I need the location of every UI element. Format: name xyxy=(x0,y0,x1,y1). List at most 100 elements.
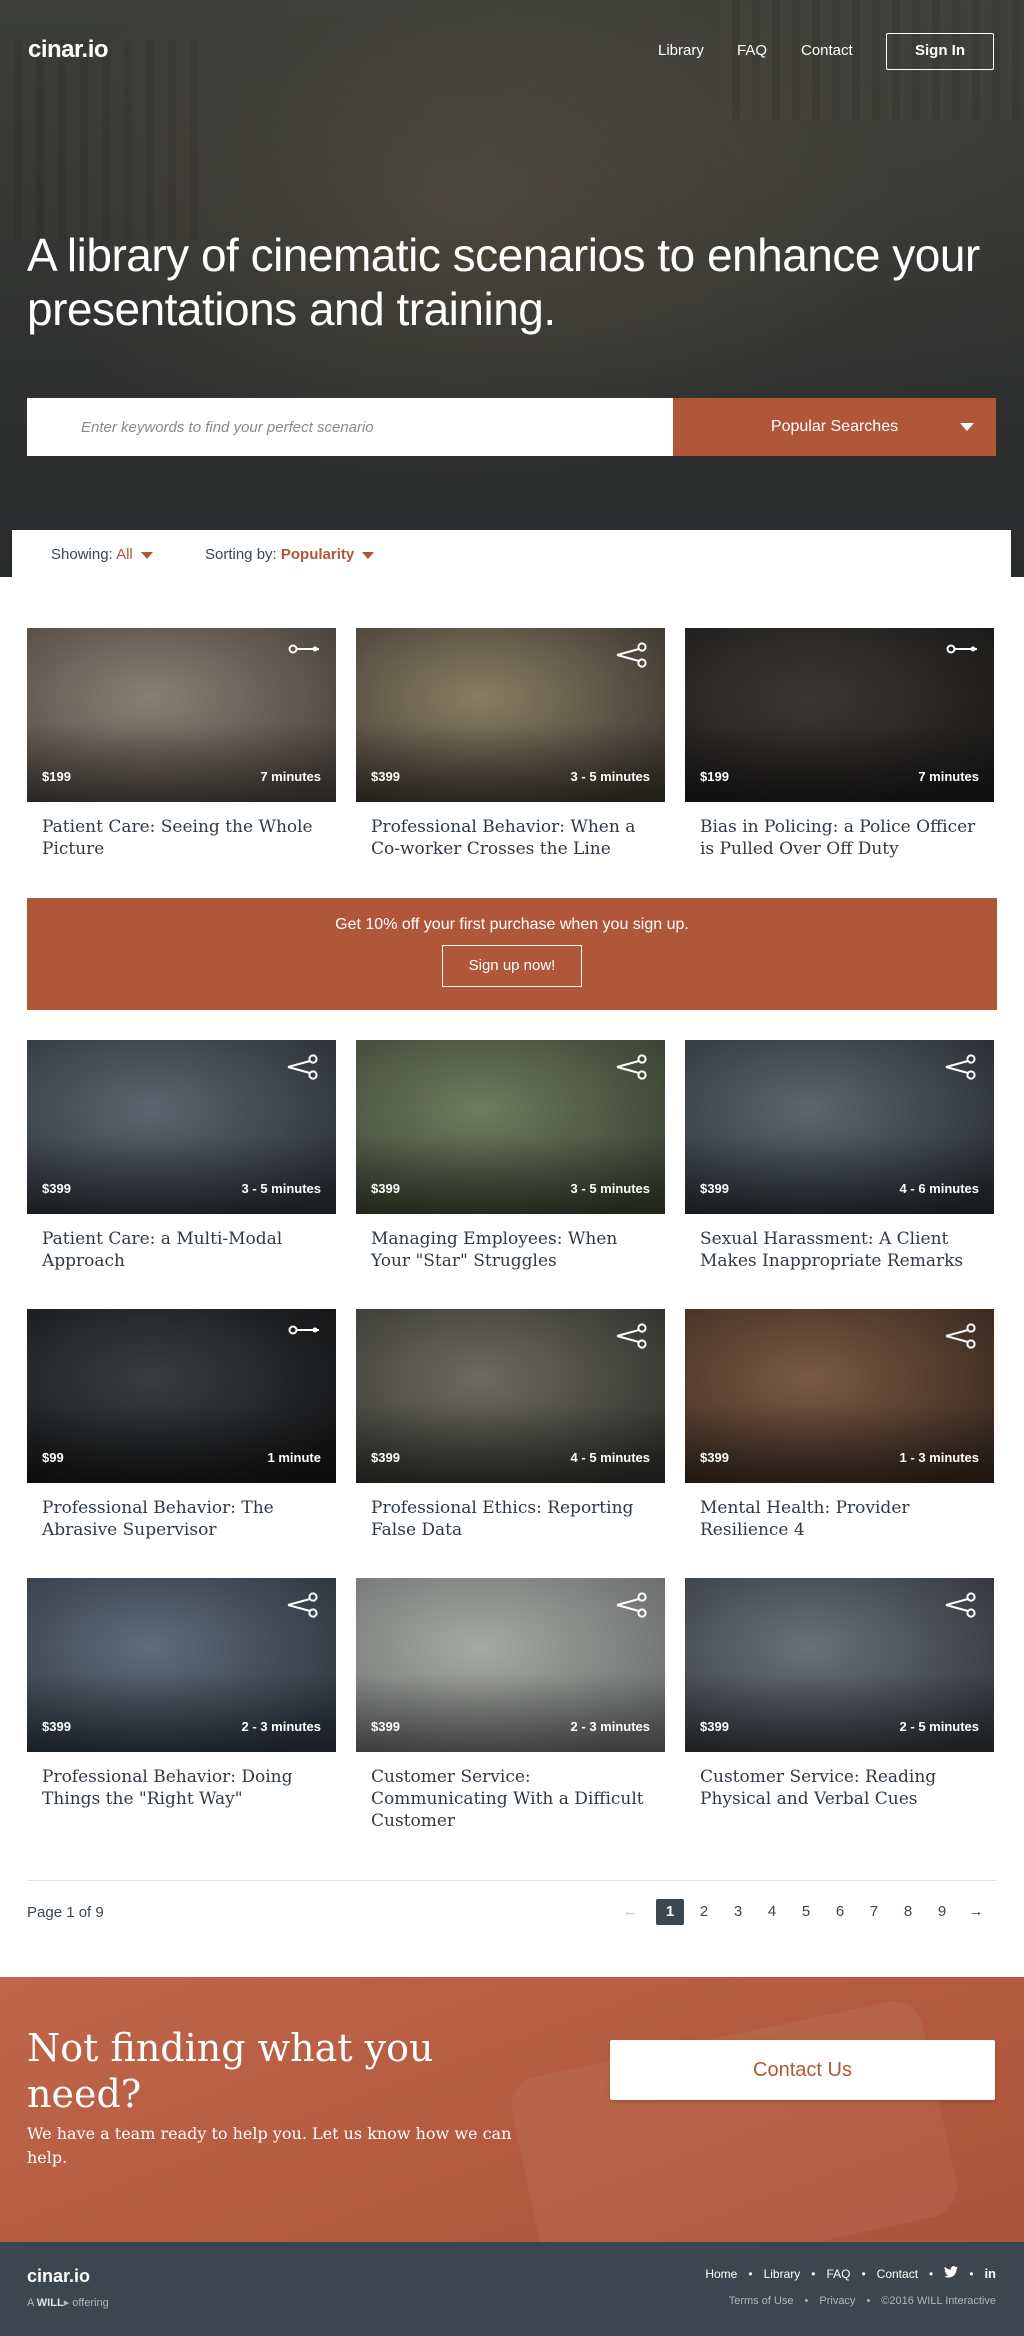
scenario-card[interactable]: $399 3 - 5 minutes Managing Employees: Whe… xyxy=(356,1040,665,1272)
scenario-thumbnail[interactable]: $399 2 - 5 minutes xyxy=(685,1578,994,1752)
scenario-thumbnail[interactable]: $399 4 - 6 minutes xyxy=(685,1040,994,1214)
scenario-card[interactable]: $199 7 minutes Bias in Policing: a Police … xyxy=(685,628,994,860)
terms-of-use-link[interactable]: Terms of Use xyxy=(729,2295,794,2307)
nav-contact-link[interactable]: Contact xyxy=(801,42,853,59)
sign-in-button[interactable]: Sign In xyxy=(886,33,994,70)
sorting-filter[interactable]: Sorting by: Popularity xyxy=(205,546,375,563)
scenario-card[interactable]: $99 1 minute Professional Behavior: The Ab… xyxy=(27,1309,336,1541)
popular-searches-dropdown[interactable]: Popular Searches xyxy=(673,398,996,456)
scenario-card[interactable]: $399 2 - 5 minutes Customer Service: Readi… xyxy=(685,1578,994,1810)
separator-dot: • xyxy=(748,2266,753,2281)
scenario-title[interactable]: Customer Service: Communicating With a D… xyxy=(356,1766,665,1832)
share-icon[interactable] xyxy=(615,1054,649,1085)
sorting-value: Popularity xyxy=(280,546,355,563)
popular-searches-label: Popular Searches xyxy=(770,418,899,435)
scenario-thumbnail[interactable]: $99 1 minute xyxy=(27,1309,336,1483)
share-icon[interactable] xyxy=(944,1592,978,1623)
share-icon[interactable] xyxy=(286,1592,320,1623)
privacy-link[interactable]: Privacy xyxy=(819,2295,855,2307)
search-input[interactable] xyxy=(27,398,673,456)
share-icon[interactable] xyxy=(615,1592,649,1623)
next-page-arrow[interactable]: → xyxy=(962,1899,990,1925)
scenario-title[interactable]: Mental Health: Provider Resilience 4 xyxy=(685,1497,994,1541)
page-5-link[interactable]: 5 xyxy=(792,1899,820,1925)
share-icon[interactable] xyxy=(286,1054,320,1085)
separator-dot: • xyxy=(866,2295,871,2307)
scenario-card[interactable]: $199 7 minutes Patient Care: Seeing the Wh… xyxy=(27,628,336,860)
scenario-thumbnail[interactable]: $399 2 - 3 minutes xyxy=(27,1578,336,1752)
page-8-link[interactable]: 8 xyxy=(894,1899,922,1925)
page-9-link[interactable]: 9 xyxy=(928,1899,956,1925)
scenario-thumbnail[interactable]: $399 3 - 5 minutes xyxy=(356,1040,665,1214)
showing-filter[interactable]: Showing: All xyxy=(51,546,153,563)
scenario-title[interactable]: Professional Ethics: Reporting False Dat… xyxy=(356,1497,665,1541)
scenario-card[interactable]: $399 1 - 3 minutes Mental Health: Provider… xyxy=(685,1309,994,1541)
play-icon: ▸ xyxy=(63,2297,70,2309)
caret-down-icon xyxy=(140,551,153,559)
footer-home-link[interactable]: Home xyxy=(705,2267,737,2281)
scenario-thumbnail[interactable]: $399 1 - 3 minutes xyxy=(685,1309,994,1483)
nav-faq-link[interactable]: FAQ xyxy=(737,42,767,59)
footer-logo[interactable]: cinar.io xyxy=(27,2266,90,2287)
scenario-thumbnail[interactable]: $399 2 - 3 minutes xyxy=(356,1578,665,1752)
share-icon[interactable] xyxy=(615,642,649,673)
page-4-link[interactable]: 4 xyxy=(758,1899,786,1925)
page-2-link[interactable]: 2 xyxy=(690,1899,718,1925)
scenario-card[interactable]: $399 4 - 5 minutes Professional Ethics: Re… xyxy=(356,1309,665,1541)
footer-contact-link[interactable]: Contact xyxy=(877,2267,918,2281)
page-3-link[interactable]: 3 xyxy=(724,1899,752,1925)
scenario-title[interactable]: Patient Care: Seeing the Whole Picture xyxy=(27,816,336,860)
signup-now-button[interactable]: Sign up now! xyxy=(442,945,582,987)
scenario-title[interactable]: Managing Employees: When Your "Star" Str… xyxy=(356,1228,665,1272)
trim-icon[interactable] xyxy=(288,1323,320,1341)
footer-library-link[interactable]: Library xyxy=(764,2267,801,2281)
scenario-title[interactable]: Bias in Policing: a Police Officer is Pu… xyxy=(685,816,994,860)
price-label: $199 xyxy=(700,769,729,784)
caret-down-icon xyxy=(960,423,974,431)
scenario-title[interactable]: Professional Behavior: The Abrasive Supe… xyxy=(27,1497,336,1541)
trim-icon[interactable] xyxy=(946,642,978,660)
scenario-title[interactable]: Customer Service: Reading Physical and V… xyxy=(685,1766,994,1810)
duration-label: 2 - 5 minutes xyxy=(899,1719,979,1734)
scenario-card[interactable]: $399 2 - 3 minutes Customer Service: Commu… xyxy=(356,1578,665,1832)
scenario-title[interactable]: Professional Behavior: When a Co-worker … xyxy=(356,816,665,860)
scenario-title[interactable]: Sexual Harassment: A Client Makes Inappr… xyxy=(685,1228,994,1272)
page-7-link[interactable]: 7 xyxy=(860,1899,888,1925)
scenario-thumbnail[interactable]: $399 3 - 5 minutes xyxy=(27,1040,336,1214)
linkedin-icon[interactable]: in xyxy=(984,2266,996,2281)
caret-down-icon xyxy=(362,551,375,559)
scenario-thumbnail[interactable]: $199 7 minutes xyxy=(685,628,994,802)
sorting-label: Sorting by: xyxy=(205,546,277,563)
share-icon[interactable] xyxy=(944,1323,978,1354)
price-label: $199 xyxy=(42,769,71,784)
scenario-thumbnail[interactable]: $399 4 - 5 minutes xyxy=(356,1309,665,1483)
price-label: $399 xyxy=(42,1719,71,1734)
footer-faq-link[interactable]: FAQ xyxy=(826,2267,850,2281)
offering-prefix: A xyxy=(27,2297,34,2309)
scenario-thumbnail[interactable]: $399 3 - 5 minutes xyxy=(356,628,665,802)
share-icon[interactable] xyxy=(615,1323,649,1354)
scenario-card[interactable]: $399 4 - 6 minutes Sexual Harassment: A Cl… xyxy=(685,1040,994,1272)
nav-library-link[interactable]: Library xyxy=(658,42,704,59)
scenario-title[interactable]: Patient Care: a Multi-Modal Approach xyxy=(27,1228,336,1272)
price-label: $399 xyxy=(371,1719,400,1734)
twitter-icon[interactable] xyxy=(944,2266,959,2281)
will-logo: WILL xyxy=(36,2297,64,2309)
duration-label: 3 - 5 minutes xyxy=(570,1181,650,1196)
page-1-link[interactable]: 1 xyxy=(656,1899,684,1925)
trim-icon[interactable] xyxy=(288,642,320,660)
price-label: $399 xyxy=(700,1719,729,1734)
scenario-card[interactable]: $399 3 - 5 minutes Professional Behavior: … xyxy=(356,628,665,860)
scenario-thumbnail[interactable]: $199 7 minutes xyxy=(27,628,336,802)
prev-page-arrow[interactable]: ← xyxy=(616,1899,644,1925)
duration-label: 1 minute xyxy=(267,1450,321,1465)
separator-dot: • xyxy=(929,2266,934,2281)
site-logo[interactable]: cinar.io xyxy=(28,36,109,64)
scenario-card[interactable]: $399 3 - 5 minutes Patient Care: a Multi-M… xyxy=(27,1040,336,1272)
contact-us-button[interactable]: Contact Us xyxy=(610,2040,995,2100)
scenario-title[interactable]: Professional Behavior: Doing Things the … xyxy=(27,1766,336,1810)
share-icon[interactable] xyxy=(944,1054,978,1085)
scenario-card[interactable]: $399 2 - 3 minutes Professional Behavior: … xyxy=(27,1578,336,1810)
page-6-link[interactable]: 6 xyxy=(826,1899,854,1925)
will-offering-tagline: A WILL▸ offering xyxy=(27,2296,109,2309)
